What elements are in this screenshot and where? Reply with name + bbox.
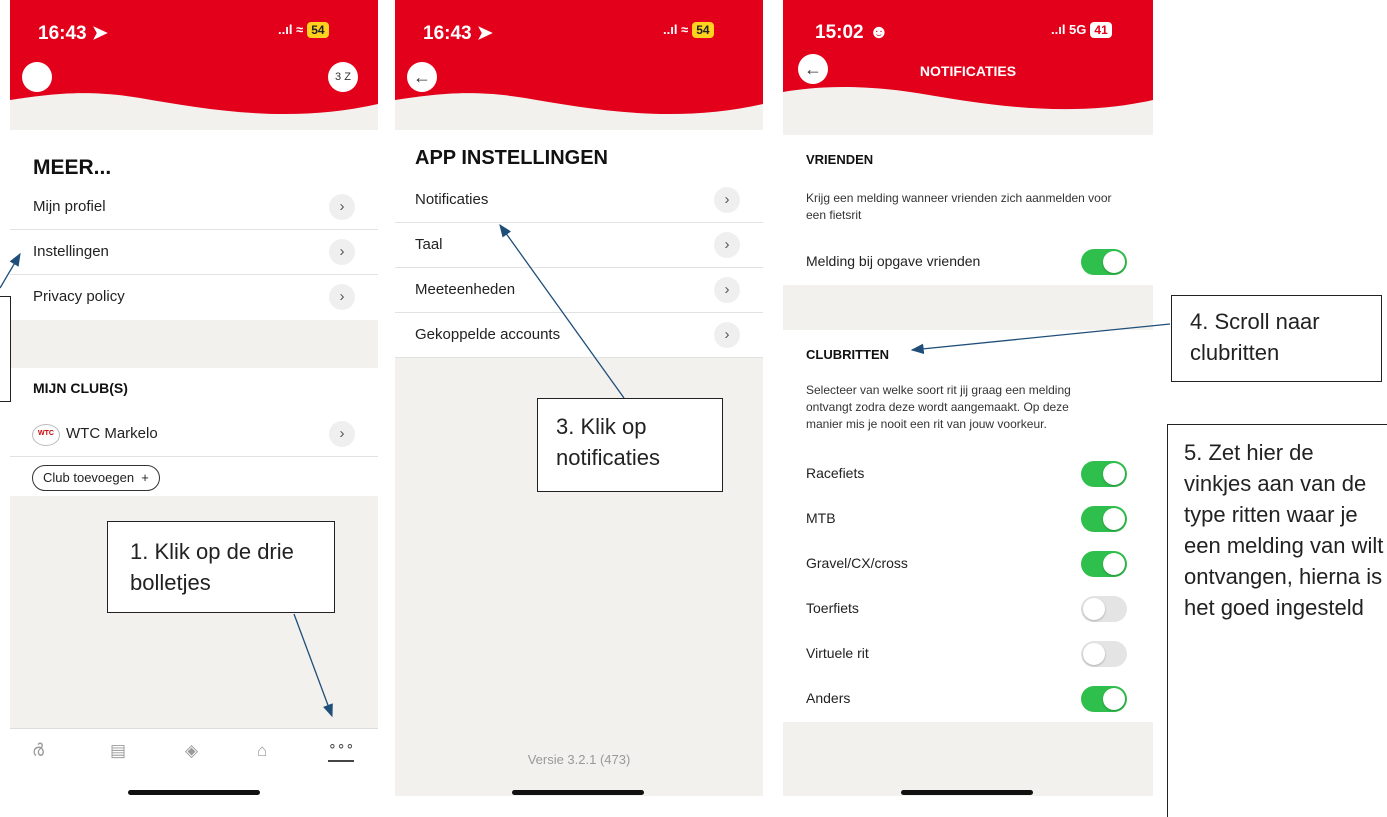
arrow-to-notifications — [499, 223, 625, 399]
callout-partial-step2 — [0, 296, 11, 402]
arrow-to-more-tab — [293, 613, 333, 718]
callout-step1: 1. Klik op de drie bolletjes — [107, 521, 335, 613]
arrow-to-settings — [0, 252, 21, 289]
callout-step3: 3. Klik op notificaties — [537, 398, 723, 492]
arrow-to-clubrides — [910, 323, 1171, 355]
callout-step4: 4. Scroll naar clubritten — [1171, 295, 1382, 382]
callout-step5: 5. Zet hier de vinkjes aan van de type r… — [1167, 424, 1387, 817]
